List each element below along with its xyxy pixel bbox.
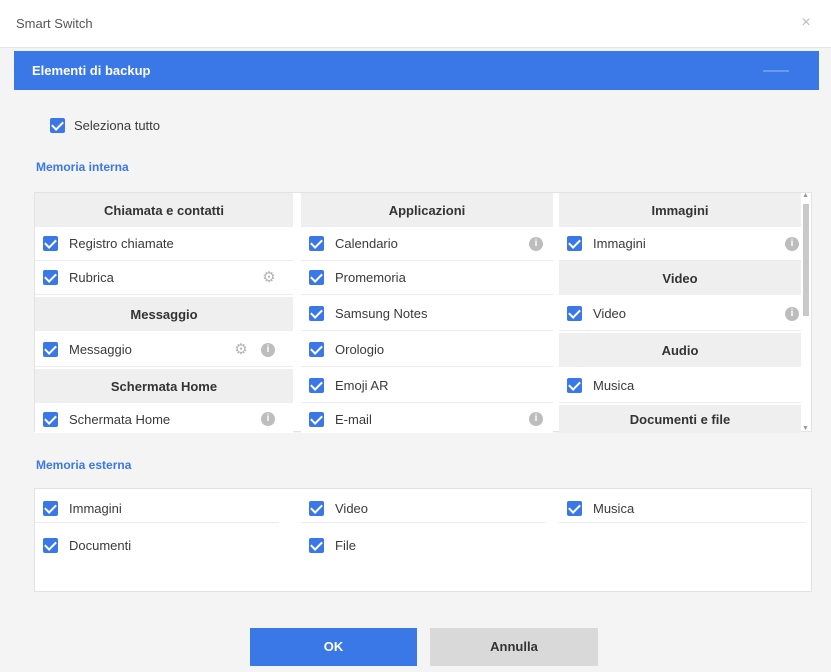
vertical-scrollbar[interactable]: ▲ ▼ (801, 192, 811, 432)
item-reminder[interactable]: Promemoria (301, 261, 553, 295)
checkbox-checked-icon[interactable] (43, 537, 58, 553)
item-label: Emoji AR (335, 378, 389, 393)
item-label: Video (593, 306, 627, 321)
group-header-documents: Documenti e file (559, 405, 801, 433)
checkbox-checked-icon[interactable] (567, 378, 582, 393)
item-label: Messaggio (69, 342, 132, 357)
checkbox-checked-icon[interactable] (567, 501, 582, 516)
item-label: Promemoria (335, 270, 406, 285)
ext-item-file[interactable]: File (301, 531, 545, 559)
item-contacts[interactable]: Rubrica ⚙ (35, 261, 293, 295)
ext-item-video[interactable]: Video (301, 495, 545, 523)
scroll-up-icon[interactable]: ▲ (802, 192, 809, 199)
checkbox-checked-icon[interactable] (43, 342, 58, 357)
group-header-calls: Chiamata e contatti (35, 193, 293, 227)
scrollbar-thumb[interactable] (803, 204, 809, 316)
select-all-label: Seleziona tutto (74, 118, 161, 133)
info-icon[interactable]: i (529, 412, 543, 426)
checkbox-checked-icon[interactable] (309, 537, 324, 553)
info-icon[interactable]: i (261, 343, 275, 357)
item-music[interactable]: Musica (559, 369, 801, 403)
checkbox-checked-icon[interactable] (309, 236, 324, 251)
checkbox-checked-icon[interactable] (309, 411, 324, 427)
item-label: File (335, 537, 356, 553)
item-samsung-notes[interactable]: Samsung Notes (301, 297, 553, 331)
item-images[interactable]: Immagini i (559, 227, 801, 261)
window-title: Smart Switch (16, 16, 93, 31)
checkbox-checked-icon[interactable] (309, 342, 324, 357)
item-label: Samsung Notes (335, 306, 428, 321)
checkbox-checked-icon[interactable] (309, 378, 324, 393)
checkbox-checked-icon[interactable] (43, 411, 58, 427)
section-title-external: Memoria esterna (36, 458, 132, 472)
checkbox-checked-icon[interactable] (309, 501, 324, 516)
item-label: Immagini (593, 236, 646, 251)
close-icon[interactable]: × (795, 12, 817, 34)
info-icon[interactable]: i (261, 412, 275, 426)
group-header-audio: Audio (559, 333, 801, 367)
item-messages[interactable]: Messaggio ⚙ i (35, 333, 293, 367)
checkbox-checked-icon[interactable] (567, 306, 582, 321)
item-call-log[interactable]: Registro chiamate (35, 227, 293, 261)
item-home-screen[interactable]: Schermata Home i (35, 405, 293, 433)
checkbox-checked-icon[interactable] (43, 501, 58, 516)
item-label: Schermata Home (69, 411, 171, 427)
header-decoration (763, 70, 789, 72)
info-icon[interactable]: i (529, 237, 543, 251)
checkbox-checked-icon[interactable] (50, 118, 65, 133)
group-header-messages: Messaggio (35, 297, 293, 331)
item-label: Musica (593, 501, 635, 516)
item-label: Registro chiamate (69, 236, 174, 251)
checkbox-checked-icon[interactable] (309, 270, 324, 285)
item-label: Rubrica (69, 270, 114, 285)
select-all-checkbox[interactable]: Seleziona tutto (50, 118, 160, 133)
checkbox-checked-icon[interactable] (567, 236, 582, 251)
item-label: Video (335, 501, 369, 516)
item-label: Orologio (335, 342, 385, 357)
item-clock[interactable]: Orologio (301, 333, 553, 367)
item-calendar[interactable]: Calendario i (301, 227, 553, 261)
scroll-down-icon[interactable]: ▼ (802, 425, 809, 432)
checkbox-checked-icon[interactable] (43, 236, 58, 251)
group-header-video: Video (559, 261, 801, 295)
item-video[interactable]: Video i (559, 297, 801, 331)
external-memory-panel: Immagini Video Musica Documenti File (34, 488, 812, 592)
item-label: Musica (593, 378, 635, 393)
item-emoji-ar[interactable]: Emoji AR (301, 369, 553, 403)
ext-item-images[interactable]: Immagini (35, 495, 279, 523)
item-label: Documenti (69, 537, 132, 553)
info-icon[interactable]: i (785, 307, 799, 321)
item-email[interactable]: E-mail i (301, 405, 553, 433)
cancel-button[interactable]: Annulla (430, 628, 598, 666)
checkbox-checked-icon[interactable] (309, 306, 324, 321)
ok-button[interactable]: OK (250, 628, 417, 666)
group-header-images: Immagini (559, 193, 801, 227)
item-label: E-mail (335, 411, 372, 427)
checkbox-checked-icon[interactable] (43, 270, 58, 285)
section-title-internal: Memoria interna (36, 160, 129, 174)
item-label: Immagini (69, 501, 122, 516)
gear-icon[interactable]: ⚙ (261, 270, 277, 286)
window-titlebar: Smart Switch × (0, 0, 831, 48)
ext-item-music[interactable]: Musica (559, 495, 805, 523)
item-label: Calendario (335, 236, 398, 251)
internal-memory-panel: Chiamata e contatti Registro chiamate Ru… (34, 192, 812, 433)
dialog-header: Elementi di backup (14, 51, 819, 90)
dialog-title: Elementi di backup (32, 63, 151, 78)
group-header-home: Schermata Home (35, 369, 293, 403)
group-header-applications: Applicazioni (301, 193, 553, 227)
info-icon[interactable]: i (785, 237, 799, 251)
ext-item-documents[interactable]: Documenti (35, 531, 279, 559)
gear-icon[interactable]: ⚙ (233, 342, 249, 358)
